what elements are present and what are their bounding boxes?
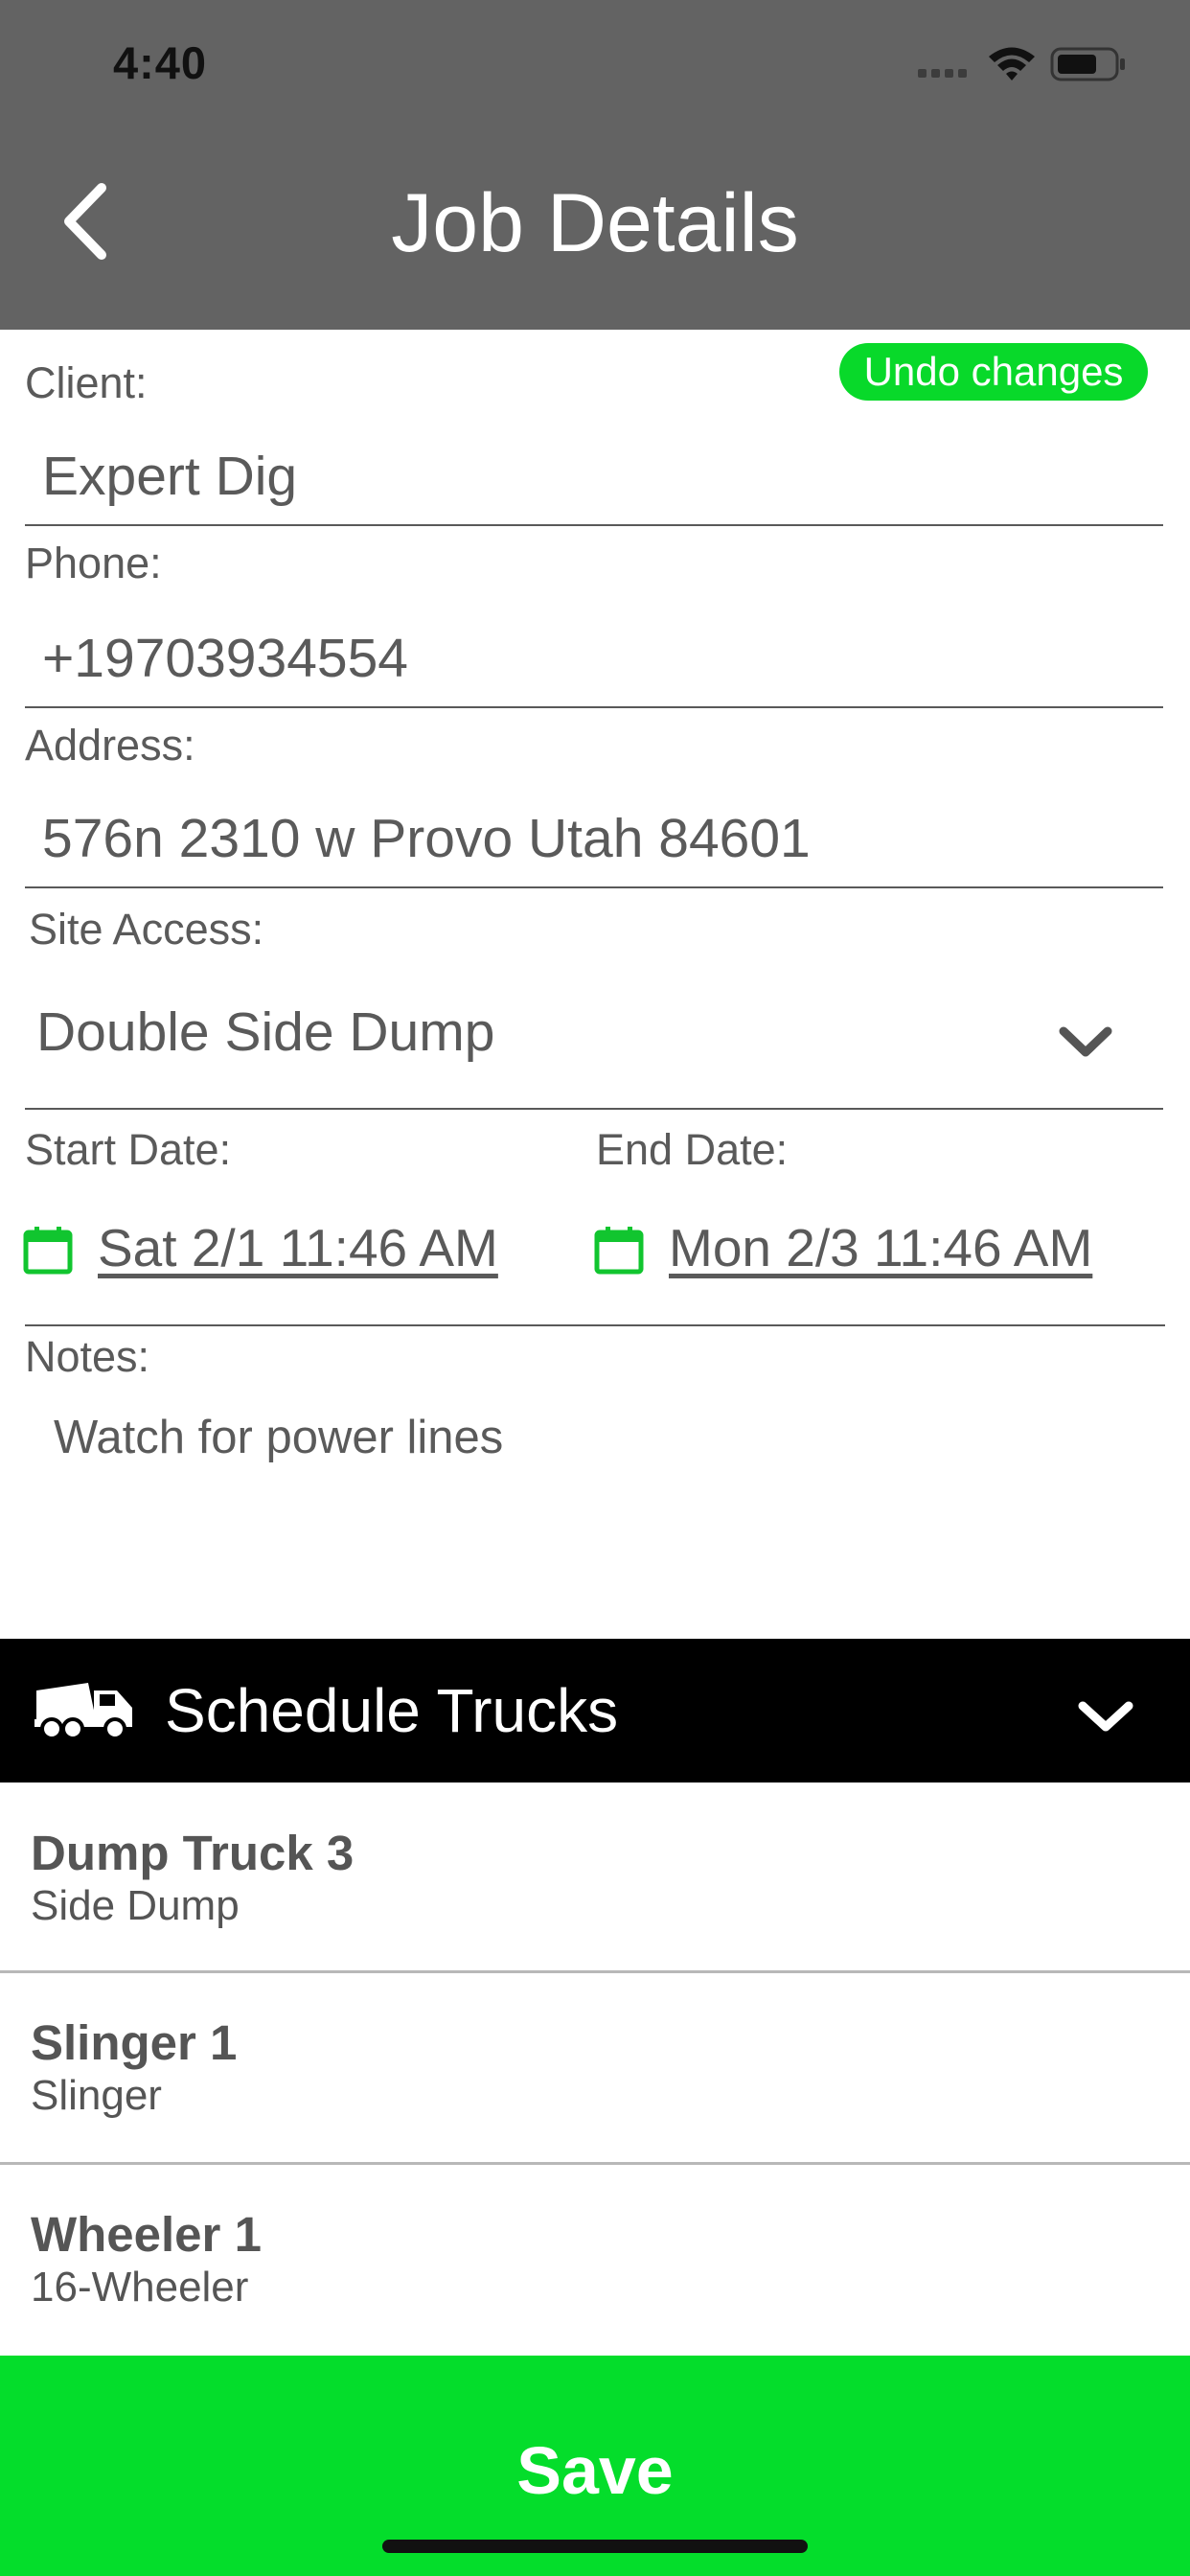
calendar-icon: [23, 1227, 73, 1275]
save-label: Save: [516, 2433, 674, 2508]
truck-type: Slinger: [31, 2072, 162, 2119]
page-title: Job Details: [391, 177, 799, 269]
schedule-trucks-title: Schedule Trucks: [165, 1676, 619, 1745]
start-date-picker[interactable]: Sat 2/1 11:46 AM: [23, 1217, 521, 1286]
start-date-label: Start Date:: [25, 1125, 232, 1174]
list-item[interactable]: Dump Truck 3 Side Dump: [0, 1784, 1190, 1974]
truck-name: Wheeler 1: [31, 2207, 262, 2262]
undo-changes-button[interactable]: Undo changes: [839, 343, 1148, 401]
site-access-select[interactable]: Double Side Dump: [25, 968, 1165, 1108]
dates-underline: [25, 1324, 1165, 1326]
chevron-down-icon: [1078, 1701, 1133, 1732]
address-underline: [25, 886, 1163, 888]
client-label: Client:: [25, 358, 148, 407]
truck-type: Side Dump: [31, 1882, 240, 1929]
phone-field[interactable]: +19703934554: [42, 627, 408, 690]
status-time: 4:40: [113, 37, 208, 88]
row-divider: [0, 2162, 1190, 2165]
phone-label: Phone:: [25, 539, 162, 587]
battery-icon: [1050, 47, 1125, 81]
site-access-underline: [25, 1108, 1163, 1110]
truck-name: Dump Truck 3: [31, 1826, 355, 1880]
address-label: Address:: [25, 721, 195, 770]
end-date-value: Mon 2/3 11:46 AM: [669, 1218, 1093, 1277]
truck-type: 16-Wheeler: [31, 2264, 249, 2311]
home-indicator: [382, 2540, 808, 2553]
address-field[interactable]: 576n 2310 w Provo Utah 84601: [42, 807, 811, 870]
truck-icon: [34, 1683, 132, 1740]
client-underline: [25, 524, 1163, 526]
end-date-picker[interactable]: Mon 2/3 11:46 AM: [594, 1217, 1169, 1286]
client-field[interactable]: Expert Dig: [42, 445, 297, 508]
row-divider: [0, 1970, 1190, 1973]
calendar-icon: [594, 1227, 644, 1275]
wifi-icon: [989, 47, 1035, 80]
site-access-label: Site Access:: [29, 905, 264, 954]
list-item[interactable]: Wheeler 1 16-Wheeler: [0, 2166, 1190, 2356]
list-item[interactable]: Slinger 1 Slinger: [0, 1974, 1190, 2164]
start-date-value: Sat 2/1 11:46 AM: [98, 1218, 498, 1277]
chevron-down-icon: [1059, 1026, 1112, 1057]
site-access-value: Double Side Dump: [36, 1001, 495, 1063]
signal-icon: [918, 69, 967, 78]
end-date-label: End Date:: [596, 1125, 789, 1174]
notes-field[interactable]: Watch for power lines: [54, 1411, 1156, 1622]
notes-label: Notes:: [25, 1332, 150, 1381]
truck-name: Slinger 1: [31, 2015, 238, 2070]
phone-underline: [25, 706, 1163, 708]
